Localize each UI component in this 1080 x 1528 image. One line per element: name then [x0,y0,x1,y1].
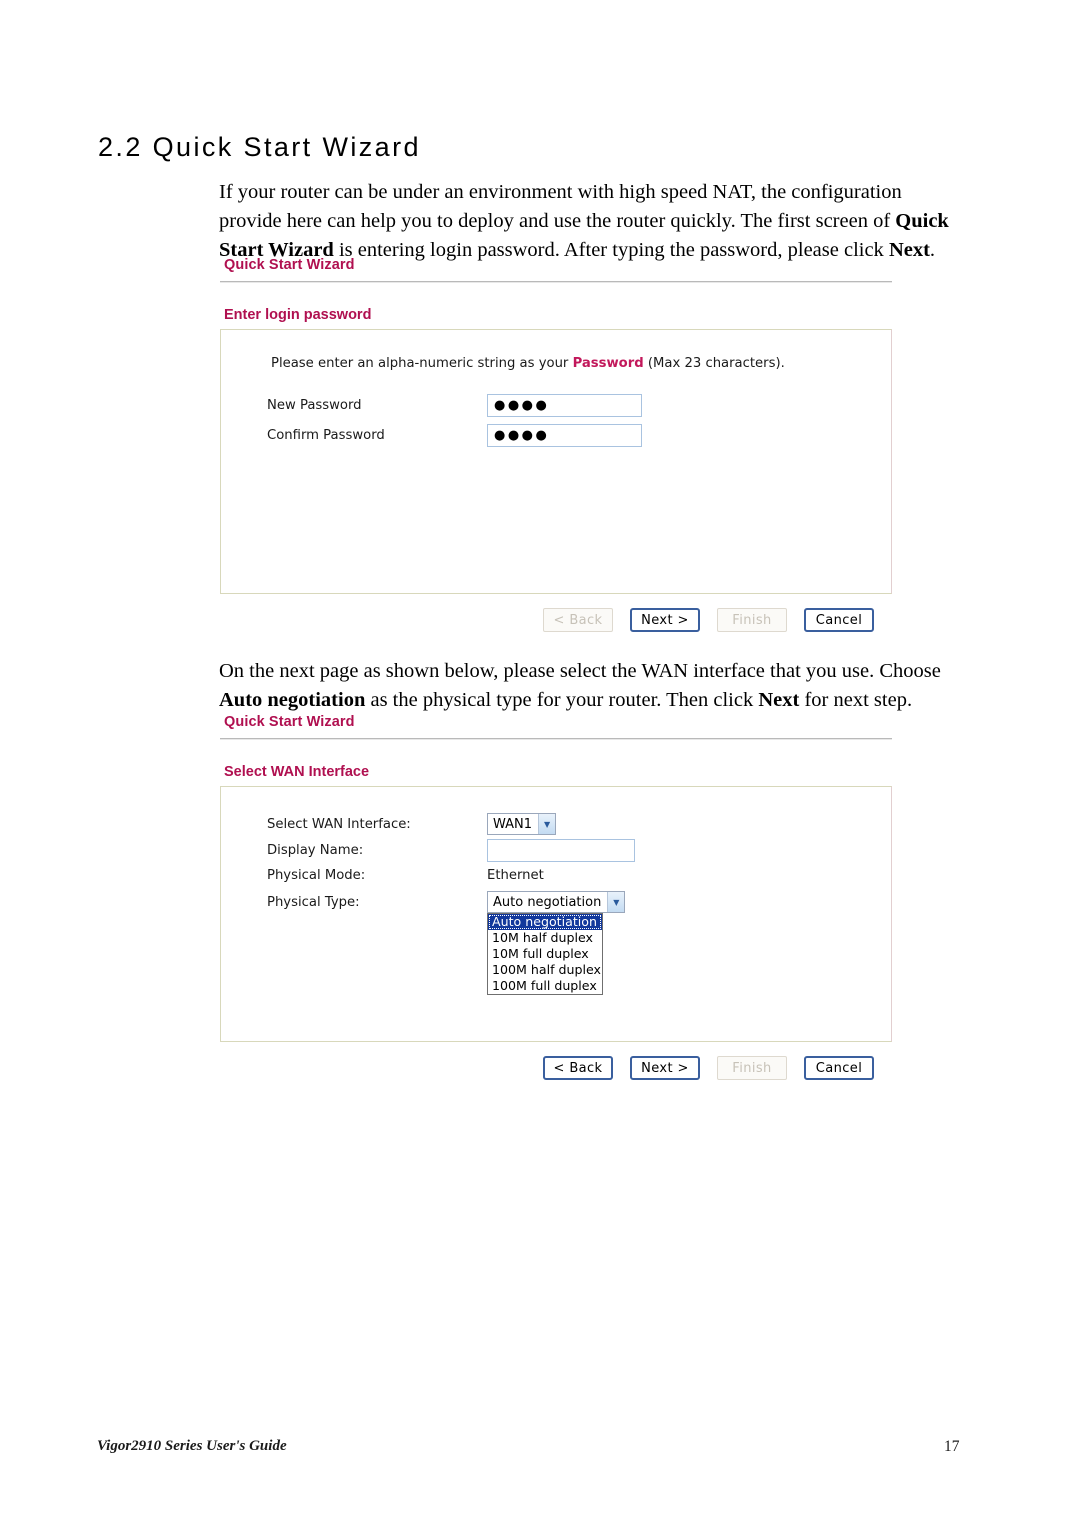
wizard1-cancel-button[interactable]: Cancel [804,608,874,632]
chevron-down-icon: ▼ [538,814,556,834]
wizard-step2-screenshot: Quick Start Wizard Select WAN Interface … [220,714,892,1080]
para2-text-2: as the physical type for your router. Th… [365,689,759,711]
new-password-value: ●●●● [494,398,550,413]
document-page: 2.2 Quick Start Wizard If your router ca… [0,0,1080,1528]
para2-text-3: for next step. [799,689,913,711]
new-password-label: New Password [267,398,362,413]
wizard2-finish-button[interactable]: Finish [717,1056,787,1080]
wan-interface-value: WAN1 [493,816,533,832]
wizard2-next-button[interactable]: Next > [630,1056,700,1080]
wizard1-button-bar: < Back Next > Finish Cancel [220,608,892,632]
para1-text-3: . [929,239,936,261]
password-instruction-suffix: (Max 23 characters). [647,356,785,371]
physical-mode-label: Physical Mode: [267,868,366,883]
wizard2-panel: Select WAN Interface: WAN1 ▼ Display Nam… [220,786,892,1042]
wizard2-divider [220,738,892,740]
display-name-row: Display Name: [267,839,635,862]
physical-mode-value: Ethernet [487,868,544,883]
display-name-label: Display Name: [267,843,364,858]
wizard1-next-button[interactable]: Next > [630,608,700,632]
physical-type-label: Physical Type: [267,894,360,910]
confirm-password-label: Confirm Password [267,428,385,443]
wizard-step1-screenshot: Quick Start Wizard Enter login password … [220,257,892,632]
wan-interface-label: Select WAN Interface: [267,816,411,832]
confirm-password-row: Confirm Password ●●●● [267,424,642,447]
chevron-down-icon: ▼ [607,892,625,912]
para2-bold-1: Auto negotiation [219,689,366,711]
para1-text-1: If your router can be under an environme… [219,181,902,232]
confirm-password-value: ●●●● [494,428,550,443]
wizard1-subtitle: Enter login password [224,307,372,323]
intro-paragraph-1: If your router can be under an environme… [219,178,964,265]
password-instruction-highlight: Password [572,356,644,371]
confirm-password-input[interactable]: ●●●● [487,424,642,447]
wizard1-panel: Please enter an alpha-numeric string as … [220,329,892,594]
physical-mode-row: Physical Mode: Ethernet [267,868,544,883]
para2-text-1: On the next page as shown below, please … [219,660,941,682]
footer-page-number: 17 [944,1438,960,1455]
intro-paragraph-2: On the next page as shown below, please … [219,657,959,715]
new-password-row: New Password ●●●● [267,394,642,417]
para2-bold-2: Next [758,689,800,711]
wizard1-title: Quick Start Wizard [224,257,355,273]
para1-bold-2: Next [888,239,930,261]
wizard2-subtitle: Select WAN Interface [224,764,370,780]
physical-type-option-10m-half-duplex[interactable]: 10M half duplex [488,930,602,946]
physical-type-option-list[interactable]: Auto negotiation 10M half duplex 10M ful… [487,913,603,995]
physical-type-option-100m-full-duplex[interactable]: 100M full duplex [488,978,602,994]
wizard2-cancel-button[interactable]: Cancel [804,1056,874,1080]
footer-guide-name: Vigor2910 Series User's Guide [97,1438,287,1454]
physical-type-row: Physical Type: Auto negotiation ▼ [267,891,626,913]
page-title: 2.2 Quick Start Wizard [98,132,421,162]
password-instruction-prefix: Please enter an alpha-numeric string as … [271,356,569,371]
physical-type-value: Auto negotiation [493,894,602,910]
wan-interface-row: Select WAN Interface: WAN1 ▼ [267,813,557,835]
wizard1-divider [220,281,892,283]
display-name-input[interactable] [487,839,635,862]
password-instruction: Please enter an alpha-numeric string as … [271,356,785,371]
new-password-input[interactable]: ●●●● [487,394,642,417]
wizard2-button-bar: < Back Next > Finish Cancel [220,1056,892,1080]
wizard1-back-button[interactable]: < Back [543,608,613,632]
physical-type-option-auto-negotiation[interactable]: Auto negotiation [488,914,602,930]
wizard1-finish-button[interactable]: Finish [717,608,787,632]
wan-interface-select[interactable]: WAN1 ▼ [487,813,557,835]
physical-type-option-100m-half-duplex[interactable]: 100M half duplex [488,962,602,978]
physical-type-option-10m-full-duplex[interactable]: 10M full duplex [488,946,602,962]
wizard2-back-button[interactable]: < Back [543,1056,613,1080]
physical-type-select[interactable]: Auto negotiation ▼ [487,891,626,913]
wizard2-title: Quick Start Wizard [224,714,355,730]
